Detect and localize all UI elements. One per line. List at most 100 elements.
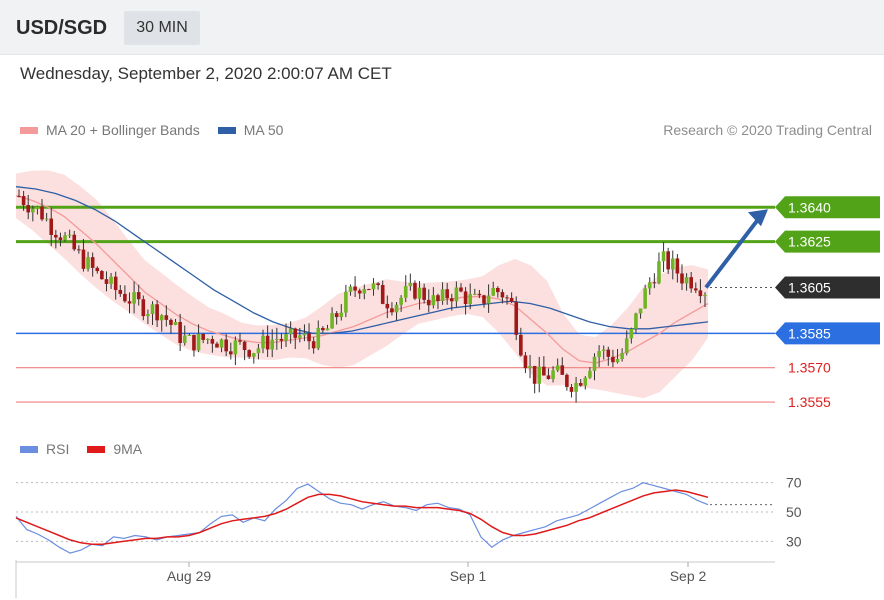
- chart-canvas: 1.3640 1.3625 1.3605 1.3585 1.3570 1.3555 70 5…: [15, 170, 880, 598]
- candle-body: [67, 234, 72, 236]
- candle-body: [72, 234, 77, 250]
- candle-body: [334, 313, 339, 318]
- x-tick-label: Sep 2: [670, 568, 707, 584]
- candle-body: [689, 277, 693, 289]
- candlestick: [100, 270, 104, 280]
- candle-body: [459, 287, 463, 292]
- candle-body: [58, 237, 63, 240]
- candle-body: [123, 293, 127, 302]
- candle-body: [574, 383, 578, 392]
- candle-body: [132, 292, 136, 304]
- candle-body: [146, 314, 150, 317]
- candle-body: [155, 304, 159, 321]
- candle-body: [173, 322, 178, 325]
- candle-body: [339, 312, 344, 318]
- candle-body: [77, 249, 81, 251]
- candle-body: [311, 341, 316, 349]
- candle-body: [344, 291, 348, 313]
- candlestick: [413, 280, 417, 301]
- candle-body: [532, 365, 537, 384]
- candle-body: [270, 339, 275, 350]
- candle-body: [169, 319, 173, 325]
- candle-body: [449, 298, 454, 302]
- candle-body: [629, 328, 634, 339]
- candle-body: [634, 313, 638, 329]
- candle-body: [601, 349, 606, 352]
- candle-body: [118, 290, 123, 294]
- rsi-tick-label: 50: [786, 504, 802, 520]
- candle-body: [40, 206, 44, 220]
- candle-body: [100, 271, 104, 280]
- candle-body: [219, 339, 224, 348]
- price-level-labels: 1.3640 1.3625 1.3605 1.3585 1.3570 1.3555: [775, 196, 880, 410]
- candle-body: [592, 356, 597, 371]
- candle-body: [413, 282, 417, 299]
- candlestick: [661, 242, 666, 272]
- candle-body: [367, 289, 371, 291]
- candle-body: [307, 333, 311, 342]
- candle-body: [49, 218, 54, 235]
- candle-body: [275, 338, 279, 340]
- candle-body: [482, 295, 486, 304]
- candle-body: [210, 339, 215, 344]
- candle-body: [698, 290, 703, 297]
- candle-body: [403, 286, 408, 298]
- level-tag-text: 1.3570: [788, 360, 831, 376]
- candle-body: [90, 257, 95, 268]
- candle-body: [519, 334, 523, 356]
- candle-body: [588, 370, 592, 378]
- candle-body: [353, 286, 357, 291]
- candle-body: [390, 308, 394, 313]
- candle-body: [348, 286, 353, 292]
- candle-body: [652, 282, 657, 284]
- candle-body: [477, 293, 482, 296]
- candle-body: [17, 195, 21, 197]
- candle-body: [542, 366, 546, 376]
- candlestick: [233, 336, 238, 366]
- candle-body: [537, 366, 542, 384]
- level-label-1.3640: 1.3640: [775, 196, 880, 219]
- candle-body: [684, 277, 689, 284]
- candle-body: [657, 261, 661, 284]
- candle-body: [330, 313, 334, 329]
- candle-body: [431, 295, 436, 306]
- candle-body: [624, 338, 629, 354]
- candle-body: [187, 334, 192, 336]
- candle-body: [445, 289, 449, 299]
- level-label-1.3625: 1.3625: [775, 230, 880, 253]
- candle-body: [408, 282, 413, 287]
- candle-body: [399, 297, 403, 305]
- candlestick: [192, 334, 196, 357]
- candle-body: [21, 196, 26, 206]
- candle-body: [468, 294, 472, 305]
- candle-body: [693, 288, 698, 291]
- candle-body: [661, 251, 666, 262]
- candle-body: [136, 292, 141, 300]
- candle-body: [606, 349, 611, 357]
- forecast-arrow: [704, 209, 768, 289]
- candle-body: [463, 291, 468, 305]
- candle-body: [54, 234, 58, 238]
- candle-body: [509, 297, 514, 302]
- candle-body: [647, 282, 652, 289]
- candle-body: [224, 339, 228, 352]
- candle-body: [528, 365, 532, 369]
- candle-body: [265, 335, 270, 350]
- candle-body: [164, 315, 169, 320]
- rsi-panel: 70 50 30: [15, 475, 802, 554]
- candle-body: [95, 267, 100, 272]
- candle-body: [611, 356, 615, 363]
- candle-body: [252, 353, 256, 357]
- level-tag-text: 1.3605: [788, 280, 831, 296]
- candle-body: [35, 206, 40, 209]
- candle-body: [500, 292, 505, 298]
- candle-body: [63, 235, 67, 240]
- level-label-1.3570: 1.3570: [788, 360, 831, 376]
- candle-body: [81, 249, 86, 269]
- candle-body: [113, 276, 118, 291]
- candle-body: [703, 294, 707, 297]
- candle-body: [578, 383, 583, 386]
- level-tag-text: 1.3585: [788, 325, 831, 341]
- candle-body: [643, 288, 647, 309]
- candle-body: [321, 327, 325, 331]
